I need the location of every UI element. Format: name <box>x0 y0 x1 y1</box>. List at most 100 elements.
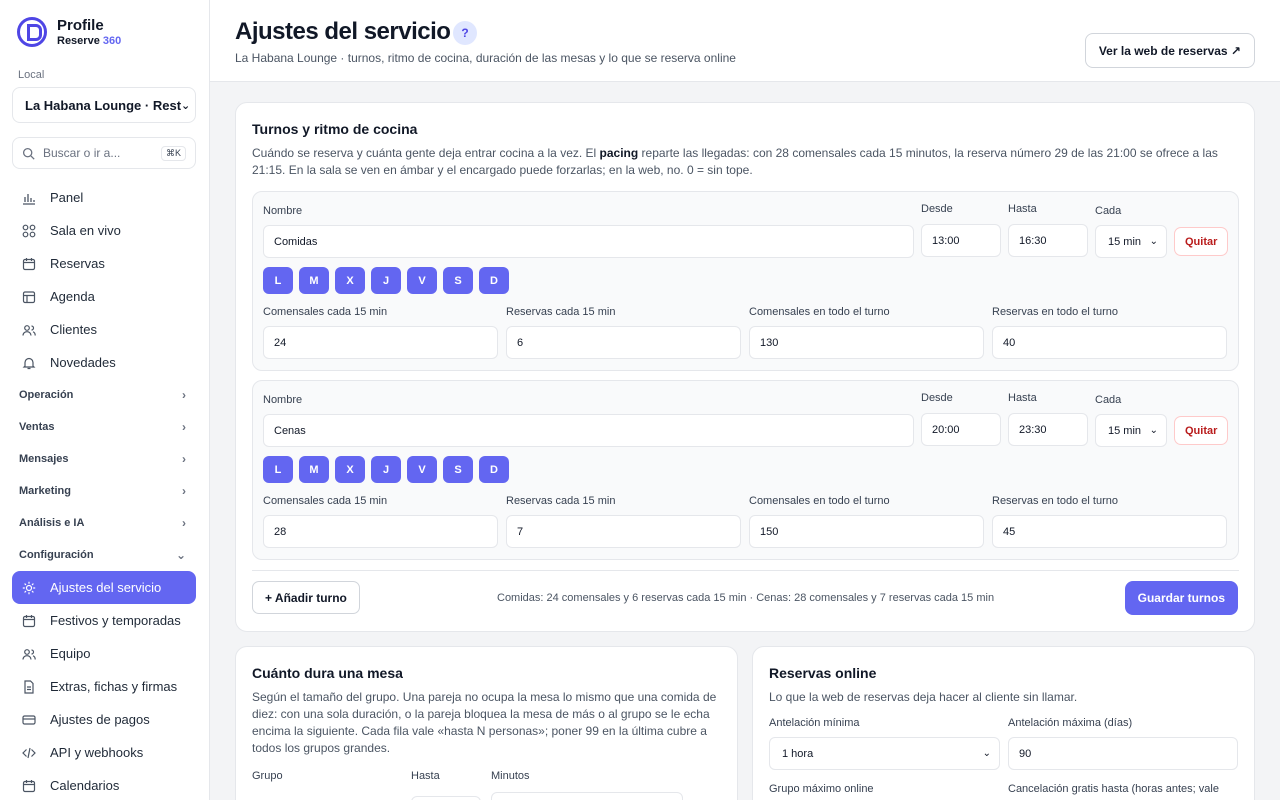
table-icon <box>22 290 36 304</box>
desde-input[interactable]: 20:00 <box>921 413 1001 446</box>
day-toggle[interactable]: D <box>479 267 509 294</box>
day-toggle[interactable]: S <box>443 267 473 294</box>
weekday-toggles: L M X J V S D <box>263 456 509 483</box>
sidebar-item-pagos[interactable]: Ajustes de pagos <box>12 703 196 736</box>
sidebar-item-calendarios[interactable]: Calendarios <box>12 769 196 800</box>
res15-label: Reservas cada 15 min <box>506 306 616 318</box>
hasta-input[interactable]: 16:30 <box>1008 224 1088 257</box>
brand-logo[interactable]: Profile Reserve 360 <box>17 17 121 47</box>
sidebar-item-equipo[interactable]: Equipo <box>12 637 196 670</box>
users-icon <box>22 647 36 661</box>
day-toggle[interactable]: M <box>299 267 329 294</box>
cada-select[interactable]: 15 min ⌄ <box>1095 414 1167 447</box>
turnos-card: Turnos y ritmo de cocina Cuándo se reser… <box>235 102 1255 632</box>
turno-row: Nombre Comidas Desde 13:00 Hasta 16:30 C… <box>252 191 1239 371</box>
turnos-summary: Comidas: 24 comensales y 6 reservas cada… <box>497 592 995 604</box>
sidebar-item-reservas[interactable]: Reservas <box>12 247 196 280</box>
calendar-icon <box>22 257 36 271</box>
calendar-icon <box>22 779 36 793</box>
day-toggle[interactable]: J <box>371 267 401 294</box>
add-turno-button[interactable]: + Añadir turno <box>252 581 360 614</box>
minutos-column-header: Minutos <box>491 770 530 782</box>
quitar-button[interactable]: Quitar <box>1174 416 1229 445</box>
sidebar-item-ajustes-servicio[interactable]: Ajustes del servicio <box>12 571 196 604</box>
sidebar-group-mensajes[interactable]: Mensajes › <box>12 443 196 475</box>
grupo-maximo-label: Grupo máximo online <box>769 783 874 795</box>
local-select[interactable]: La Habana Lounge · Rest ⌄ <box>12 87 196 123</box>
restot-input[interactable]: 40 <box>992 326 1227 359</box>
save-turnos-button[interactable]: Guardar turnos <box>1124 581 1238 615</box>
code-icon <box>22 746 36 760</box>
chevron-right-icon: › <box>182 420 186 434</box>
page-title: Ajustes del servicio <box>235 18 451 45</box>
sidebar-group-analisis[interactable]: Análisis e IA › <box>12 507 196 539</box>
nombre-label: Nombre <box>263 394 303 406</box>
nombre-label: Nombre <box>263 205 303 217</box>
sidebar-item-agenda[interactable]: Agenda <box>12 280 196 313</box>
sidebar-group-marketing[interactable]: Marketing › <box>12 475 196 507</box>
cada-label: Cada <box>1095 205 1122 217</box>
day-toggle[interactable]: X <box>335 267 365 294</box>
cada-label: Cada <box>1095 394 1122 406</box>
duracion-card: Cuánto dura una mesa Según el tamaño del… <box>235 646 738 800</box>
calendar-icon <box>22 614 36 628</box>
hasta-label: Hasta <box>1008 392 1037 404</box>
search-input[interactable]: Buscar o ir a... ⌘K <box>12 137 196 169</box>
chevron-right-icon: › <box>182 452 186 466</box>
weekday-toggles: L M X J V S D <box>263 267 509 294</box>
hasta-input[interactable]: 23:30 <box>1008 413 1088 446</box>
quitar-button[interactable]: Quitar <box>1174 227 1229 256</box>
comtot-input[interactable]: 150 <box>749 515 984 548</box>
res15-input[interactable]: 6 <box>506 326 741 359</box>
day-toggle[interactable]: J <box>371 456 401 483</box>
chevron-right-icon: › <box>182 516 186 530</box>
com15-label: Comensales cada 15 min <box>263 306 388 318</box>
sidebar-item-sala[interactable]: Sala en vivo <box>12 214 196 247</box>
antelacion-minima-select[interactable]: 1 hora ⌄ <box>769 737 1000 770</box>
online-card: Reservas online Lo que la web de reserva… <box>752 646 1255 800</box>
day-toggle[interactable]: V <box>407 267 437 294</box>
sidebar-item-novedades[interactable]: Novedades <box>12 346 196 379</box>
chevron-right-icon: › <box>182 388 186 402</box>
comtot-input[interactable]: 130 <box>749 326 984 359</box>
com15-input[interactable]: 24 <box>263 326 498 359</box>
antelacion-maxima-label: Antelación máxima (días) <box>1008 717 1133 729</box>
res15-label: Reservas cada 15 min <box>506 495 616 507</box>
grupo-column-header: Grupo <box>252 770 283 782</box>
day-toggle[interactable]: V <box>407 456 437 483</box>
antelacion-minima-label: Antelación mínima <box>769 717 860 729</box>
chevron-down-icon: ⌄ <box>175 548 186 562</box>
sidebar-group-ventas[interactable]: Ventas › <box>12 411 196 443</box>
restot-input[interactable]: 45 <box>992 515 1227 548</box>
day-toggle[interactable]: M <box>299 456 329 483</box>
sidebar-item-panel[interactable]: Panel <box>12 181 196 214</box>
turno-name-input[interactable]: Cenas <box>263 414 914 447</box>
hasta-column-header: Hasta <box>411 770 440 782</box>
day-toggle[interactable]: S <box>443 456 473 483</box>
turno-name-input[interactable]: Comidas <box>263 225 914 258</box>
online-description: Lo que la web de reservas deja hacer al … <box>769 690 1078 704</box>
com15-input[interactable]: 28 <box>263 515 498 548</box>
sidebar-group-configuracion[interactable]: Configuración ⌄ <box>12 539 196 571</box>
hasta-input[interactable] <box>411 796 481 800</box>
res15-input[interactable]: 7 <box>506 515 741 548</box>
view-booking-web-button[interactable]: Ver la web de reservas ↗ <box>1084 33 1255 68</box>
page-subtitle: La Habana Lounge · turnos, ritmo de coci… <box>235 51 736 65</box>
sidebar: Profile Reserve 360 Local La Habana Loun… <box>0 0 210 800</box>
day-toggle[interactable]: X <box>335 456 365 483</box>
sidebar-group-operacion[interactable]: Operación › <box>12 379 196 411</box>
com15-label: Comensales cada 15 min <box>263 495 388 507</box>
help-icon[interactable]: ? <box>453 21 477 45</box>
sidebar-item-festivos[interactable]: Festivos y temporadas <box>12 604 196 637</box>
antelacion-maxima-input[interactable]: 90 <box>1008 737 1238 770</box>
day-toggle[interactable]: L <box>263 456 293 483</box>
desde-input[interactable]: 13:00 <box>921 224 1001 257</box>
minutos-input[interactable] <box>491 792 683 800</box>
day-toggle[interactable]: D <box>479 456 509 483</box>
sidebar-item-clientes[interactable]: Clientes <box>12 313 196 346</box>
chevron-right-icon: › <box>182 484 186 498</box>
sidebar-item-api[interactable]: API y webhooks <box>12 736 196 769</box>
sidebar-item-extras[interactable]: Extras, fichas y firmas <box>12 670 196 703</box>
day-toggle[interactable]: L <box>263 267 293 294</box>
cada-select[interactable]: 15 min ⌄ <box>1095 225 1167 258</box>
